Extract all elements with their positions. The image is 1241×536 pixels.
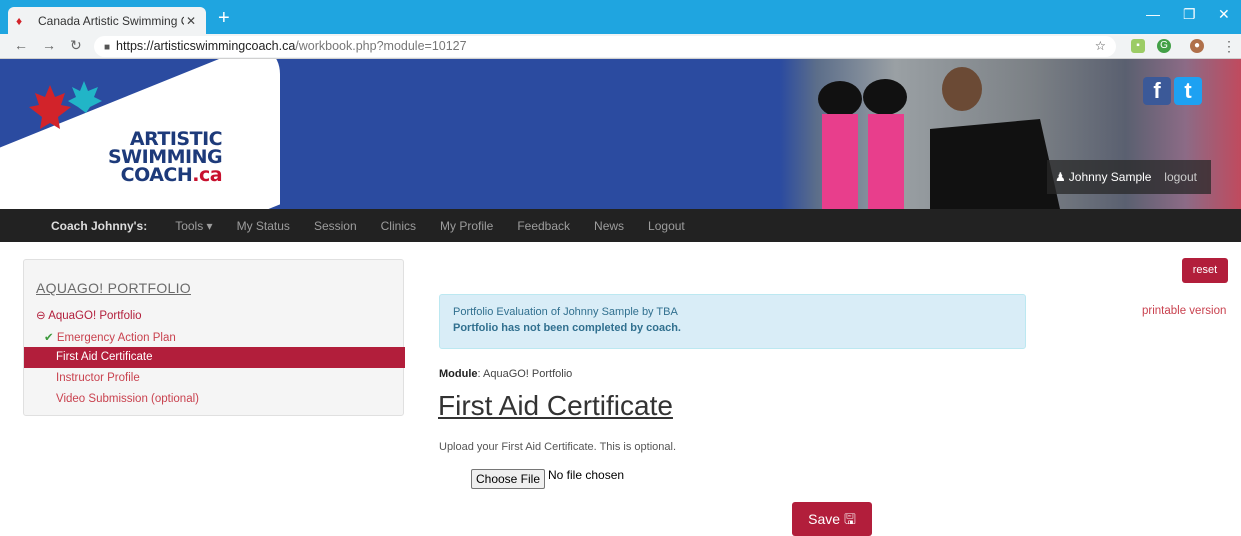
nav-session[interactable]: Session [314, 219, 357, 233]
address-bar[interactable]: ■ https://artisticswimmingcoach.ca/workbo… [94, 36, 1116, 57]
user-icon: ♟ [1055, 170, 1066, 184]
site-logo[interactable]: ARTISTIC SWIMMING COACH.ca [108, 130, 223, 186]
close-window-icon[interactable]: ✕ [1218, 6, 1230, 23]
sidebar-heading[interactable]: AQUAGO! PORTFOLIO [36, 280, 191, 296]
maple-leaf-icon: ♦ [16, 13, 23, 28]
nav-my-status[interactable]: My Status [237, 219, 290, 233]
sidebar-item-first-aid-certificate[interactable]: First Aid Certificate [24, 347, 405, 368]
reset-button[interactable]: reset [1182, 258, 1228, 283]
site-header: ARTISTIC SWIMMING COACH.ca f t ♟ Johnny … [0, 59, 1241, 209]
facebook-icon[interactable]: f [1143, 77, 1171, 105]
page-description: Upload your First Aid Certificate. This … [439, 441, 677, 453]
nav-my-profile[interactable]: My Profile [440, 219, 493, 233]
save-button[interactable]: Save 🖫 [792, 502, 872, 536]
printable-version-link[interactable]: printable version [1142, 305, 1226, 317]
sidebar-section[interactable]: ⊖ AquaGO! Portfolio [36, 308, 142, 322]
user-box: ♟ Johnny Sample logout [1047, 160, 1211, 194]
choose-file-button[interactable]: Choose File [471, 469, 545, 489]
sidebar-item-instructor-profile[interactable]: Instructor Profile [56, 372, 140, 384]
nav-feedback[interactable]: Feedback [517, 219, 570, 233]
portfolio-sidebar: AQUAGO! PORTFOLIO ⊖ AquaGO! Portfolio ✔ … [23, 259, 405, 416]
check-icon: ✔ [44, 332, 54, 344]
save-label: Save [808, 511, 841, 527]
profile-avatar[interactable]: ● [1190, 39, 1204, 53]
extension-icon[interactable]: ▪ [1131, 39, 1145, 53]
splash-shape [242, 135, 255, 146]
sidebar-item-emergency-action-plan[interactable]: ✔ Emergency Action Plan [44, 330, 176, 344]
grammarly-icon[interactable]: G [1157, 39, 1171, 53]
minimize-icon[interactable]: — [1146, 6, 1160, 22]
twitter-icon[interactable]: t [1174, 77, 1202, 105]
lock-icon: ■ [104, 42, 111, 53]
url-path: /workbook.php?module=10127 [295, 39, 467, 53]
browser-tabstrip: ♦ Canada Artistic Swimming Coach ✕ + — ❐… [0, 0, 1241, 34]
nav-logout[interactable]: Logout [648, 219, 685, 233]
sidebar-item-label: Emergency Action Plan [56, 332, 176, 344]
evaluation-alert: Portfolio Evaluation of Johnny Sample by… [439, 294, 1026, 349]
nav-news[interactable]: News [594, 219, 624, 233]
splash-shape [238, 117, 258, 129]
header-logout-link[interactable]: logout [1164, 170, 1197, 184]
module-value: : AquaGO! Portfolio [477, 368, 573, 380]
leaf-accent-icon [68, 81, 102, 113]
page-title: First Aid Certificate [438, 390, 673, 421]
module-info: Module: AquaGO! Portfolio [439, 368, 572, 380]
browser-menu-icon[interactable]: ⋮ [1222, 38, 1236, 55]
nav-tools[interactable]: Tools ▾ [175, 219, 212, 233]
forward-icon[interactable]: → [42, 37, 56, 53]
browser-toolbar: ← → ↻ ■ https://artisticswimmingcoach.ca/… [0, 34, 1241, 59]
url-host: https://artisticswimmingcoach.ca [116, 39, 296, 53]
reload-icon[interactable]: ↻ [70, 37, 82, 54]
bookmark-star-icon[interactable]: ☆ [1095, 36, 1106, 57]
alert-status: Portfolio has not been completed by coac… [453, 322, 681, 334]
main-navbar: Coach Johnny's: Tools ▾ My Status Sessio… [0, 209, 1241, 242]
nav-brand[interactable]: Coach Johnny's: [51, 219, 147, 233]
minus-circle-icon: ⊖ [36, 310, 46, 322]
sidebar-section-label: AquaGO! Portfolio [48, 310, 142, 322]
floppy-disk-icon: 🖫 [843, 511, 856, 527]
maximize-icon[interactable]: ❐ [1183, 6, 1196, 23]
new-tab-button[interactable]: + [218, 6, 230, 30]
close-tab-icon[interactable]: ✕ [184, 14, 198, 28]
tab-title: Canada Artistic Swimming Coach [38, 13, 184, 28]
file-status: No file chosen [548, 468, 625, 482]
user-name[interactable]: Johnny Sample [1069, 170, 1152, 184]
sidebar-item-video-submission[interactable]: Video Submission (optional) [56, 393, 199, 405]
logo-line: COACH [120, 164, 193, 186]
back-icon[interactable]: ← [14, 37, 28, 53]
logo-ca: .ca [192, 164, 223, 186]
browser-tab[interactable]: ♦ Canada Artistic Swimming Coach ✕ [8, 7, 206, 34]
module-label: Module [439, 368, 478, 380]
nav-clinics[interactable]: Clinics [381, 219, 416, 233]
alert-line: Portfolio Evaluation of Johnny Sample by… [453, 306, 678, 318]
